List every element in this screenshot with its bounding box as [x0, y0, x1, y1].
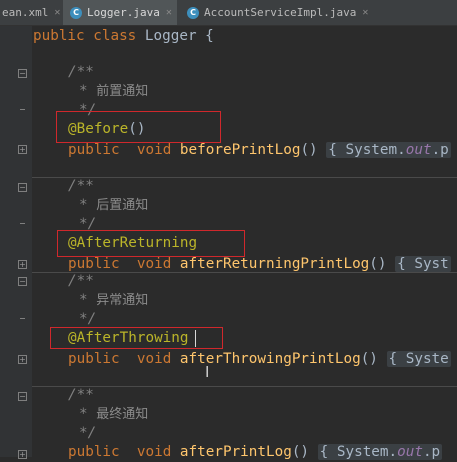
fold-icon[interactable]: − — [18, 392, 27, 401]
class-declaration: public class Logger { — [33, 26, 214, 46]
keyword: public class — [33, 28, 145, 44]
method-declaration: public void afterReturningPrintLog() { S… — [68, 256, 451, 272]
highlight-box-before — [56, 111, 221, 143]
tab-bean-xml[interactable]: ean.xml ✕ — [0, 0, 60, 25]
highlight-box-after-returning — [57, 230, 245, 257]
fold-icon[interactable]: + — [18, 260, 27, 269]
comment-text: 前置通知 — [96, 84, 149, 99]
java-class-icon: C — [70, 6, 82, 19]
folded-body[interactable]: { System.out.p — [326, 142, 451, 158]
fold-end-marker — [20, 318, 25, 319]
fold-icon[interactable]: + — [18, 450, 27, 459]
tab-label: Logger.java — [87, 6, 160, 19]
folded-body[interactable]: { Syst — [395, 256, 451, 272]
editor-gutter — [0, 26, 32, 457]
close-icon[interactable]: ✕ — [166, 7, 172, 18]
fold-icon[interactable]: + — [18, 145, 27, 154]
comment-text: 后置通知 — [96, 198, 149, 213]
comment-line: * 最终通知 — [79, 406, 149, 422]
tab-label: AccountServiceImpl.java — [204, 6, 357, 19]
editor-tab-bar: ean.xml ✕ C Logger.java ✕ C AccountServi… — [0, 0, 457, 26]
folded-body[interactable]: { System.out.p — [317, 444, 443, 460]
close-icon[interactable]: ✕ — [54, 7, 60, 18]
comment-open: /** — [68, 64, 94, 80]
class-name: Logger { — [144, 28, 214, 44]
highlight-box-after-throwing — [50, 327, 223, 349]
java-class-icon: C — [187, 6, 199, 19]
comment-open: /** — [68, 178, 94, 194]
folded-body[interactable]: { Syste — [386, 351, 451, 367]
method-declaration: public void afterPrintLog() { System.out… — [68, 444, 443, 460]
method-declaration: public void beforePrintLog() { System.ou… — [68, 142, 451, 158]
fold-icon[interactable]: − — [18, 183, 27, 192]
comment-line: * 后置通知 — [79, 197, 149, 213]
tab-label: ean.xml — [2, 6, 49, 19]
method-name: afterReturningPrintLog — [179, 256, 370, 272]
fold-end-marker — [20, 109, 25, 110]
fold-icon[interactable]: − — [18, 277, 27, 286]
close-icon[interactable]: ✕ — [362, 7, 368, 18]
method-separator — [32, 386, 457, 387]
method-declaration: public void afterThrowingPrintLog() { Sy… — [68, 351, 451, 367]
fold-icon[interactable]: − — [18, 69, 27, 78]
comment-line: * 前置通知 — [79, 83, 149, 99]
method-name: beforePrintLog — [179, 142, 301, 158]
comment-close: */ — [79, 311, 97, 327]
method-name: afterPrintLog — [179, 444, 292, 460]
comment-line: * 异常通知 — [79, 292, 149, 308]
comment-text: 异常通知 — [96, 293, 149, 308]
tab-logger-java[interactable]: C Logger.java ✕ — [63, 0, 177, 25]
comment-open: /** — [68, 273, 94, 289]
method-separator — [32, 177, 457, 178]
tab-account-service-impl[interactable]: C AccountServiceImpl.java ✕ — [182, 0, 372, 25]
comment-close: */ — [79, 425, 97, 441]
comment-open: /** — [68, 387, 94, 403]
mouse-ibeam-cursor: I — [205, 363, 210, 381]
fold-end-marker — [20, 223, 25, 224]
fold-icon[interactable]: + — [18, 355, 27, 364]
text-caret — [195, 330, 196, 347]
comment-text: 最终通知 — [96, 407, 149, 422]
